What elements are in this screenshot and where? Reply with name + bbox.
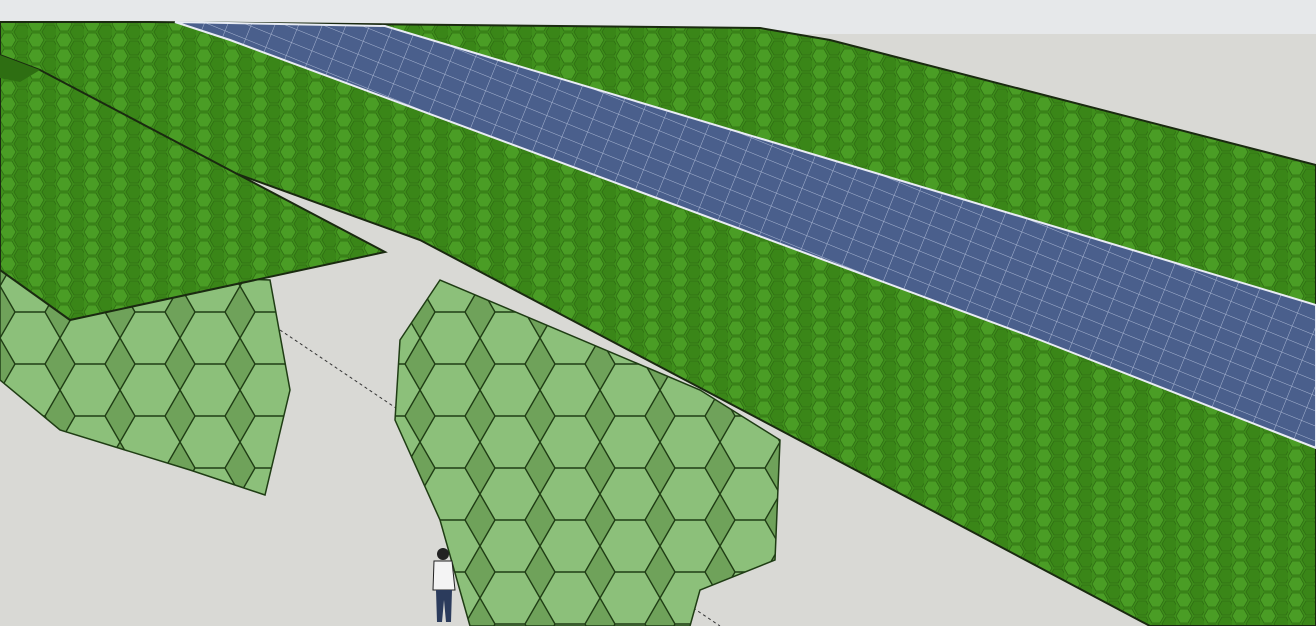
scene-canvas[interactable]: [0, 0, 1316, 626]
figure-shirt: [432, 560, 456, 591]
figure-head: [437, 548, 449, 560]
model-viewport[interactable]: [0, 0, 1316, 626]
